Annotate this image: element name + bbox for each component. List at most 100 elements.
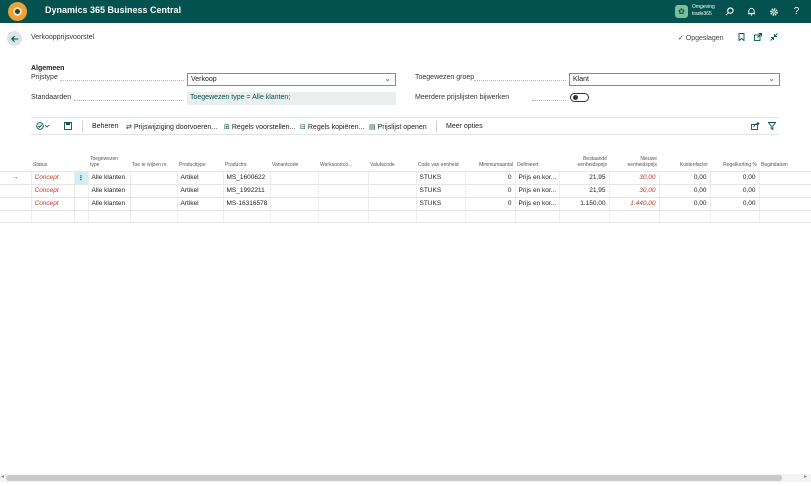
kostenfactor-cell[interactable]: [658, 209, 710, 223]
toegewezen-type-cell[interactable]: [87, 209, 130, 223]
variantcode-cell[interactable]: [269, 170, 318, 184]
save-icon[interactable]: [64, 122, 72, 132]
column-header-valutacode[interactable]: Valutacode: [368, 150, 416, 171]
productnr-cell[interactable]: MS-16316578: [222, 196, 270, 210]
column-header-definieert[interactable]: Definieert: [515, 150, 559, 171]
section-title-algemeen[interactable]: Algemeen: [31, 65, 64, 72]
prijstype-select[interactable]: Verkoop ⌄: [187, 73, 396, 86]
regelkorting-cell[interactable]: 0,00: [709, 170, 759, 184]
app-title[interactable]: Dynamics 365 Business Central: [45, 5, 181, 15]
column-header-productnr[interactable]: Productnr.: [223, 150, 270, 171]
column-header-eenheid[interactable]: Code van eenheid: [416, 150, 465, 171]
toegewezen-groep-select[interactable]: Klant ⌄: [569, 73, 780, 86]
column-header-kostenfactor[interactable]: Kostenfactor: [659, 150, 710, 171]
variantcode-cell[interactable]: [269, 183, 318, 197]
begindatum-cell[interactable]: [758, 170, 811, 184]
minimumaantal-cell[interactable]: 0: [464, 183, 515, 197]
minimumaantal-cell[interactable]: 0: [464, 196, 515, 210]
row-menu-cell[interactable]: [73, 196, 88, 210]
column-header-status[interactable]: Status: [31, 150, 74, 171]
regelkorting-cell[interactable]: 0,00: [709, 183, 759, 197]
eenheid-cell[interactable]: [415, 209, 465, 223]
share-icon[interactable]: [751, 121, 760, 132]
status-cell[interactable]: Concept: [30, 183, 74, 197]
column-header-werksoortcode[interactable]: Werksoortco...: [318, 150, 368, 171]
definieert-cell[interactable]: [514, 209, 559, 223]
eenheid-cell[interactable]: STUKS: [415, 196, 465, 210]
environment-icon[interactable]: ✿: [675, 5, 688, 18]
regelkorting-cell[interactable]: [709, 209, 759, 223]
toegewezen-type-cell[interactable]: Alle klanten: [87, 170, 130, 184]
table-row[interactable]: → Concept ⋮ Alle klanten Artikel MS_1600…: [0, 170, 811, 184]
werksoortcode-cell[interactable]: [317, 209, 368, 223]
status-cell[interactable]: [30, 209, 74, 223]
meerdere-prijslijsten-toggle[interactable]: [570, 93, 589, 102]
producttype-cell[interactable]: Artikel: [176, 196, 223, 210]
toe-te-wijzen-cell[interactable]: [129, 170, 177, 184]
eenheid-cell[interactable]: STUKS: [415, 170, 465, 184]
kostenfactor-cell[interactable]: 0,00: [658, 183, 710, 197]
prijslijst-openen-button[interactable]: ▤ Prijslijst openen: [369, 123, 427, 131]
minimumaantal-cell[interactable]: 0: [464, 170, 515, 184]
definieert-cell[interactable]: Prijs en kor...: [514, 196, 559, 210]
bookmark-icon[interactable]: [738, 33, 745, 43]
column-header-toe-te-wijzen[interactable]: Toe te wijzen nr.: [130, 150, 177, 171]
kostenfactor-cell[interactable]: 0,00: [658, 196, 710, 210]
column-header-bestaande-prijs[interactable]: Bestaande eenheidsprijs: [559, 150, 609, 171]
valutacode-cell[interactable]: [367, 196, 416, 210]
begindatum-cell[interactable]: [758, 196, 811, 210]
valutacode-cell[interactable]: [367, 209, 416, 223]
search-icon[interactable]: [723, 5, 736, 18]
werksoortcode-cell[interactable]: [317, 196, 368, 210]
column-header-variantcode[interactable]: Variantcode: [270, 150, 318, 171]
toe-te-wijzen-cell[interactable]: [129, 196, 177, 210]
variantcode-cell[interactable]: [269, 209, 318, 223]
gear-icon[interactable]: [767, 5, 780, 18]
column-header-minimumaantal[interactable]: Minimumaantal: [465, 150, 515, 171]
row-menu-icon[interactable]: ⋮: [73, 170, 88, 184]
toe-te-wijzen-cell[interactable]: [129, 209, 177, 223]
nieuwe-prijs-cell[interactable]: [608, 209, 659, 223]
minimumaantal-cell[interactable]: [464, 209, 515, 223]
prijswijziging-doorvoeren-button[interactable]: ⇄ Prijswijziging doorvoeren...: [126, 123, 217, 131]
row-menu-cell[interactable]: [73, 183, 88, 197]
kostenfactor-cell[interactable]: 0,00: [658, 170, 710, 184]
bell-icon[interactable]: [745, 5, 758, 18]
valutacode-cell[interactable]: [367, 183, 416, 197]
regels-voorstellen-button[interactable]: ⊞ Regels voorstellen...: [224, 123, 295, 131]
regels-kopieren-button[interactable]: ⊟ Regels kopiëren...: [300, 123, 364, 131]
column-header-toegewezen-type[interactable]: Toegewezen type: [88, 150, 130, 171]
regelkorting-cell[interactable]: 0,00: [709, 196, 759, 210]
begindatum-cell[interactable]: [758, 183, 811, 197]
producttype-cell[interactable]: Artikel: [176, 183, 223, 197]
environment-label[interactable]: Omgeving trade365: [692, 4, 715, 18]
row-selector[interactable]: [0, 183, 31, 197]
edit-mode-button[interactable]: [36, 122, 50, 132]
toe-te-wijzen-cell[interactable]: [129, 183, 177, 197]
scroll-right-icon[interactable]: ▸: [804, 473, 807, 480]
eenheid-cell[interactable]: STUKS: [415, 183, 465, 197]
toegewezen-type-cell[interactable]: Alle klanten: [87, 196, 130, 210]
werksoortcode-cell[interactable]: [317, 170, 368, 184]
table-row[interactable]: Concept Alle klanten Artikel MS-16316578…: [0, 196, 811, 210]
row-menu-cell[interactable]: [73, 209, 88, 223]
nieuwe-prijs-cell[interactable]: 30,00: [608, 183, 659, 197]
help-icon[interactable]: ?: [790, 5, 803, 18]
definieert-cell[interactable]: Prijs en kor...: [514, 183, 559, 197]
status-cell[interactable]: Concept: [30, 196, 74, 210]
scrollbar-thumb[interactable]: [6, 475, 782, 481]
standaarden-value[interactable]: Toegewezen type = Alle klanten;: [187, 92, 396, 105]
status-cell[interactable]: Concept: [30, 170, 74, 184]
nieuwe-prijs-cell[interactable]: 30,00: [608, 170, 659, 184]
productnr-cell[interactable]: [222, 209, 270, 223]
new-table-row[interactable]: [0, 209, 811, 223]
valutacode-cell[interactable]: [367, 170, 416, 184]
begindatum-cell[interactable]: [758, 209, 811, 223]
meer-opties-button[interactable]: Meer opties: [446, 123, 483, 130]
scroll-left-icon[interactable]: ◂: [1, 473, 4, 480]
row-selector[interactable]: [0, 196, 31, 210]
variantcode-cell[interactable]: [269, 196, 318, 210]
column-header-nieuwe-prijs[interactable]: Nieuwe eenheidsprijs: [609, 150, 659, 171]
column-header-begindatum[interactable]: Begindatum: [759, 150, 811, 171]
producttype-cell[interactable]: Artikel: [176, 170, 223, 184]
